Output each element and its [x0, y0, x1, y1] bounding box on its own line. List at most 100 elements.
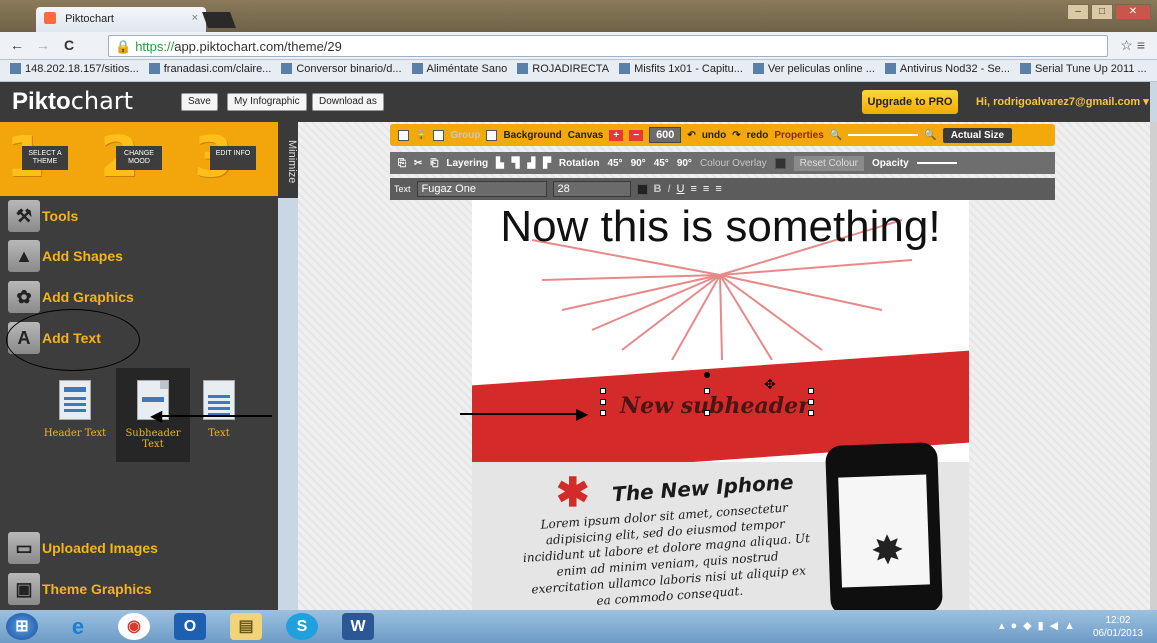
user-menu[interactable]: Hi, rodrigoalvarez7@gmail.com ▾	[976, 95, 1149, 108]
reset-colour-button[interactable]: Reset Colour	[793, 155, 864, 171]
undo-icon[interactable]: ↶	[687, 130, 695, 141]
minimize-window-icon[interactable]: –	[1067, 4, 1089, 20]
download-as-button[interactable]: Download as	[312, 93, 384, 111]
word-icon[interactable]: W	[342, 613, 374, 640]
group-checkbox[interactable]	[433, 129, 445, 141]
resize-handle[interactable]	[704, 410, 710, 416]
body-text[interactable]: Lorem ipsum dolor sit amet, consectetur …	[519, 498, 815, 610]
select-checkbox[interactable]	[398, 129, 409, 141]
headline-text[interactable]: Now this is something!	[472, 202, 969, 252]
font-select[interactable]: Fugaz One	[416, 181, 547, 197]
zoom-in-icon[interactable]: 🔍	[924, 130, 936, 141]
outlook-icon[interactable]: O	[174, 613, 206, 640]
copy-icon[interactable]: ⎘	[398, 158, 406, 169]
bookmark-item[interactable]: Serial Tune Up 2011 ...	[1020, 63, 1147, 78]
tab-close-icon[interactable]: ×	[192, 12, 198, 24]
bookmark-item[interactable]: franadasi.com/claire...	[149, 63, 272, 78]
undo-button[interactable]: undo	[702, 130, 726, 141]
step-select-theme[interactable]: 1 SELECT A THEME	[6, 128, 78, 188]
vertical-scrollbar[interactable]	[1150, 122, 1157, 610]
header-text-option[interactable]: Header Text	[38, 368, 112, 439]
bookmark-item[interactable]: 148.202.18.157/sitios...	[10, 63, 139, 78]
italic-button[interactable]: I	[667, 183, 670, 195]
resize-handle[interactable]	[808, 388, 814, 394]
url-input[interactable]: 🔒 https://app.piktochart.com/theme/29	[108, 35, 1108, 57]
skype-icon[interactable]: S	[286, 613, 318, 640]
new-tab-button[interactable]	[202, 12, 236, 28]
rotate-90-button[interactable]: 90°	[631, 158, 646, 169]
canvas-minus-button[interactable]: −	[629, 129, 644, 141]
text-color-swatch[interactable]	[636, 183, 648, 195]
actual-size-button[interactable]: Actual Size	[942, 127, 1013, 143]
step-change-mood[interactable]: 2 CHANGE MOOD	[100, 128, 172, 188]
font-size-select[interactable]: 28	[552, 181, 631, 197]
paste-icon[interactable]: ⎗	[430, 158, 438, 169]
logo-bold: Pikto	[12, 88, 71, 115]
save-button[interactable]: Save	[181, 93, 218, 111]
send-backward-icon[interactable]: ▛	[543, 158, 551, 169]
minimize-panel-button[interactable]: Minimize	[278, 122, 298, 198]
align-center-icon[interactable]: ≡	[703, 183, 709, 195]
forward-icon[interactable]: →	[36, 37, 50, 53]
text-option[interactable]: Text	[182, 368, 256, 439]
canvas-size-input[interactable]: 600	[649, 127, 682, 143]
subheader-text[interactable]: New subheader	[620, 393, 810, 419]
properties-button[interactable]: Properties	[774, 130, 823, 141]
resize-handle[interactable]	[808, 410, 814, 416]
resize-handle[interactable]	[808, 399, 814, 405]
bookmark-item[interactable]: Ver peliculas online ...	[753, 63, 875, 78]
zoom-slider[interactable]	[848, 134, 919, 136]
piktochart-logo[interactable]: Piktochart	[12, 87, 133, 116]
browser-tab[interactable]: Piktochart ×	[36, 7, 206, 32]
bookmark-item[interactable]: Misfits 1x01 - Capitu...	[619, 63, 743, 78]
reload-icon[interactable]: C	[64, 37, 74, 53]
upgrade-to-pro-button[interactable]: Upgrade to PRO	[862, 90, 958, 114]
sidebar-label: Tools	[42, 208, 79, 224]
phone-graphic[interactable]: ✸	[825, 442, 943, 610]
resize-handle[interactable]	[600, 410, 606, 416]
option-label: Header Text	[43, 428, 107, 439]
rotate-45-button[interactable]: 45°	[607, 158, 622, 169]
underline-button[interactable]: U	[677, 183, 685, 195]
canvas-plus-button[interactable]: +	[609, 129, 624, 141]
align-left-icon[interactable]: ≡	[690, 183, 696, 195]
browser-menu-icons[interactable]: ☆≡	[1120, 37, 1149, 54]
lock-icon[interactable]: 🔒	[415, 130, 427, 141]
bookmark-item[interactable]: ROJADIRECTA	[517, 63, 609, 78]
asterisk-icon: ✱	[556, 471, 590, 515]
redo-button[interactable]: redo	[747, 130, 769, 141]
chrome-icon[interactable]: ◉	[118, 613, 150, 640]
rotate-handle[interactable]	[704, 372, 710, 378]
rotate-ccw-90-button[interactable]: 90°	[677, 158, 692, 169]
colour-overlay-label: Colour Overlay	[699, 157, 767, 169]
bookmark-item[interactable]: Conversor binario/d...	[281, 63, 401, 78]
redo-icon[interactable]: ↷	[732, 130, 740, 141]
maximize-window-icon[interactable]: □	[1091, 4, 1113, 20]
bookmark-item[interactable]: Aliméntate Sano	[412, 63, 508, 78]
zoom-out-icon[interactable]: 🔍	[830, 130, 842, 141]
colour-swatch[interactable]	[774, 157, 786, 169]
system-tray-icons[interactable]: ▴●◆▮◀▲	[999, 619, 1081, 632]
send-back-icon[interactable]: ▟	[527, 158, 535, 169]
rotate-ccw-45-button[interactable]: 45°	[654, 158, 669, 169]
opacity-slider[interactable]	[916, 162, 957, 164]
cut-icon[interactable]: ✂	[414, 158, 422, 169]
resize-handle[interactable]	[600, 388, 606, 394]
resize-handle[interactable]	[704, 388, 710, 394]
my-infographic-button[interactable]: My Infographic	[227, 93, 307, 111]
bring-front-icon[interactable]: ▜	[512, 158, 520, 169]
align-right-icon[interactable]: ≡	[715, 183, 721, 195]
infographic-page[interactable]: Now this is something! New subheader ✥ ✱…	[472, 200, 969, 610]
bring-forward-icon[interactable]: ▙	[496, 158, 504, 169]
bookmark-item[interactable]: Antivirus Nod32 - Se...	[885, 63, 1010, 78]
resize-handle[interactable]	[600, 399, 606, 405]
system-clock[interactable]: 12:02 06/01/2013	[1093, 614, 1143, 640]
file-explorer-icon[interactable]: ▤	[230, 613, 262, 640]
background-checkbox[interactable]	[486, 129, 498, 141]
close-window-icon[interactable]: ✕	[1115, 4, 1151, 20]
step-edit-info[interactable]: 3 EDIT INFO	[194, 128, 266, 188]
start-button-icon[interactable]: ⊞	[6, 613, 38, 640]
bold-button[interactable]: B	[654, 183, 662, 195]
back-icon[interactable]: ←	[10, 37, 24, 53]
internet-explorer-icon[interactable]: e	[62, 613, 94, 640]
